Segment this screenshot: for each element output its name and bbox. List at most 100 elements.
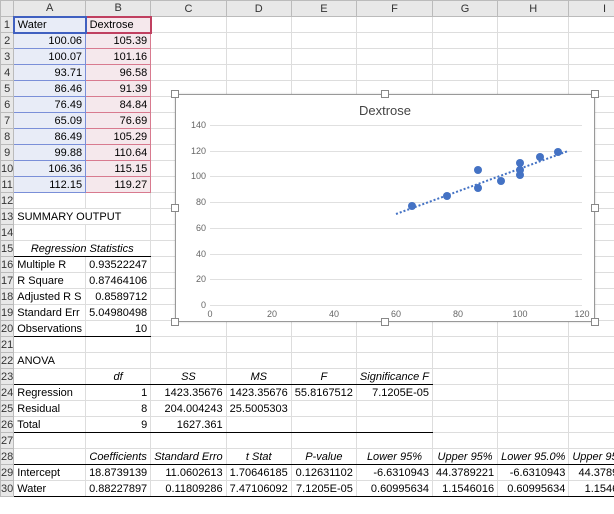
cell[interactable]: 0.60995634 xyxy=(498,481,569,497)
cell[interactable]: SS xyxy=(151,369,226,385)
resize-handle[interactable] xyxy=(591,90,599,98)
cell[interactable] xyxy=(151,353,226,369)
cell[interactable] xyxy=(433,65,498,81)
cell[interactable] xyxy=(226,353,291,369)
cell[interactable]: 86.49 xyxy=(14,129,86,145)
cell[interactable]: 110.64 xyxy=(86,145,151,161)
resize-handle[interactable] xyxy=(381,318,389,326)
cell[interactable] xyxy=(569,17,614,33)
cell[interactable] xyxy=(291,49,356,65)
cell[interactable] xyxy=(291,65,356,81)
row-header[interactable]: 11 xyxy=(1,177,14,193)
cell[interactable]: 105.29 xyxy=(86,129,151,145)
cell[interactable] xyxy=(86,337,151,353)
cell[interactable] xyxy=(569,385,614,401)
cell[interactable] xyxy=(226,49,291,65)
cell[interactable] xyxy=(498,417,569,433)
cell[interactable] xyxy=(151,337,226,353)
cell[interactable] xyxy=(226,65,291,81)
cell[interactable]: Observations xyxy=(14,321,86,337)
cell[interactable] xyxy=(569,49,614,65)
cell[interactable]: 44.3789221 xyxy=(433,465,498,481)
cell[interactable]: Total xyxy=(14,417,86,433)
cell[interactable]: 84.84 xyxy=(86,97,151,113)
row-header[interactable]: 24 xyxy=(1,385,14,401)
cell[interactable]: Standard Err xyxy=(14,305,86,321)
row-header[interactable]: 13 xyxy=(1,209,14,225)
cell[interactable]: -6.6310943 xyxy=(498,465,569,481)
cell[interactable]: Regression Statistics xyxy=(14,241,151,257)
cell[interactable] xyxy=(433,369,498,385)
resize-handle[interactable] xyxy=(171,318,179,326)
col-header-A[interactable]: A xyxy=(14,1,86,17)
cell[interactable] xyxy=(291,433,356,449)
cell[interactable]: Upper 95.0% xyxy=(569,449,614,465)
row-header[interactable]: 16 xyxy=(1,257,14,273)
cell[interactable]: Lower 95.0% xyxy=(498,449,569,465)
cell[interactable] xyxy=(498,33,569,49)
resize-handle[interactable] xyxy=(171,204,179,212)
cell[interactable] xyxy=(356,337,432,353)
cell[interactable]: 101.16 xyxy=(86,49,151,65)
cell[interactable] xyxy=(356,321,432,337)
cell[interactable] xyxy=(433,33,498,49)
cell[interactable]: 1627.361 xyxy=(151,417,226,433)
cell[interactable] xyxy=(226,433,291,449)
row-header[interactable]: 3 xyxy=(1,49,14,65)
row-header[interactable]: 28 xyxy=(1,449,14,465)
resize-handle[interactable] xyxy=(591,204,599,212)
cell[interactable]: 119.27 xyxy=(86,177,151,193)
row-header[interactable]: 8 xyxy=(1,129,14,145)
cell[interactable]: 86.46 xyxy=(14,81,86,97)
cell[interactable] xyxy=(569,353,614,369)
cell[interactable]: 76.49 xyxy=(14,97,86,113)
cell[interactable]: Significance F xyxy=(356,369,432,385)
cell[interactable]: F xyxy=(291,369,356,385)
resize-handle[interactable] xyxy=(171,90,179,98)
chart-object[interactable]: Dextrose 0204060801001201400204060801001… xyxy=(175,94,595,322)
cell[interactable]: MS xyxy=(226,369,291,385)
cell[interactable]: 0.93522247 xyxy=(86,257,151,273)
cell[interactable]: 10 xyxy=(86,321,151,337)
cell[interactable] xyxy=(356,401,432,417)
cell[interactable] xyxy=(14,369,86,385)
cell[interactable] xyxy=(151,321,226,337)
row-header[interactable]: 18 xyxy=(1,289,14,305)
cell[interactable] xyxy=(356,65,432,81)
cell[interactable]: 100.06 xyxy=(14,33,86,49)
cell[interactable]: 96.58 xyxy=(86,65,151,81)
cell[interactable]: Water xyxy=(14,17,86,33)
cell[interactable] xyxy=(14,433,86,449)
cell[interactable]: 18.8739139 xyxy=(86,465,151,481)
cell[interactable]: R Square xyxy=(14,273,86,289)
cell[interactable] xyxy=(569,417,614,433)
cell[interactable] xyxy=(433,385,498,401)
cell[interactable]: 106.36 xyxy=(14,161,86,177)
cell[interactable] xyxy=(433,49,498,65)
cell[interactable]: 1.1546016 xyxy=(433,481,498,497)
cell[interactable] xyxy=(14,193,86,209)
cell[interactable]: Regression xyxy=(14,385,86,401)
cell[interactable] xyxy=(291,17,356,33)
cell[interactable] xyxy=(356,353,432,369)
cell[interactable] xyxy=(226,321,291,337)
row-header[interactable]: 20 xyxy=(1,321,14,337)
cell[interactable] xyxy=(569,401,614,417)
cell[interactable] xyxy=(433,17,498,33)
cell[interactable]: 204.004243 xyxy=(151,401,226,417)
cell[interactable]: 1 xyxy=(86,385,151,401)
cell[interactable] xyxy=(291,337,356,353)
cell[interactable]: Adjusted R S xyxy=(14,289,86,305)
cell[interactable]: Lower 95% xyxy=(356,449,432,465)
cell[interactable]: 25.5005303 xyxy=(226,401,291,417)
cell[interactable]: SUMMARY OUTPUT xyxy=(14,209,151,225)
cell[interactable] xyxy=(151,49,226,65)
col-header-F[interactable]: F xyxy=(356,1,432,17)
row-header[interactable]: 15 xyxy=(1,241,14,257)
cell[interactable]: 105.39 xyxy=(86,33,151,49)
cell[interactable] xyxy=(14,449,86,465)
cell[interactable] xyxy=(151,17,226,33)
col-header-H[interactable]: H xyxy=(498,1,569,17)
cell[interactable] xyxy=(291,321,356,337)
cell[interactable] xyxy=(498,337,569,353)
